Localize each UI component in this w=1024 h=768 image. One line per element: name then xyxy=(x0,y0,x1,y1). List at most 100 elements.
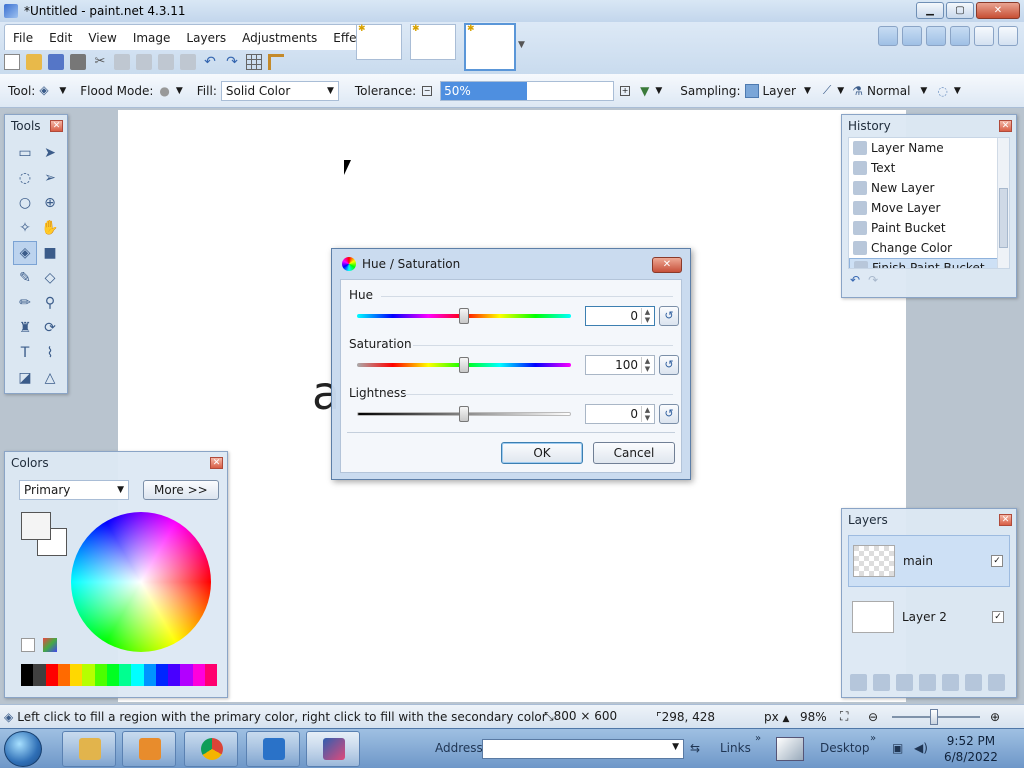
cut-icon[interactable]: ✂ xyxy=(92,54,108,70)
tool-chevron-down-icon[interactable]: ▼ xyxy=(59,86,66,96)
tolerance-expand-icon[interactable]: + xyxy=(620,85,631,96)
saturation-input[interactable]: 100 ▲ ▼ xyxy=(585,355,655,375)
lightness-spinner-icon[interactable]: ▲ ▼ xyxy=(641,406,653,422)
move-layer-down-icon[interactable] xyxy=(965,674,982,691)
taskbar-windows-app[interactable] xyxy=(246,731,300,767)
paste-icon[interactable] xyxy=(136,54,152,70)
paint-bucket-tool-icon[interactable]: ◈ xyxy=(13,241,37,265)
antialiasing-chevron-down-icon[interactable]: ▼ xyxy=(655,86,662,96)
palette-swatch[interactable] xyxy=(45,664,58,686)
taskbar-explorer[interactable] xyxy=(62,731,116,767)
history-window-toggle-icon[interactable] xyxy=(902,26,922,46)
move-layer-up-icon[interactable] xyxy=(942,674,959,691)
undo-icon[interactable]: ↶ xyxy=(202,54,218,70)
gradient-tool-icon[interactable]: ■ xyxy=(38,241,62,265)
duplicate-layer-icon[interactable] xyxy=(896,674,913,691)
links-label[interactable]: Links xyxy=(720,741,751,755)
antialiasing-icon[interactable]: ▼ xyxy=(640,84,649,98)
blend-mode-value[interactable]: Normal xyxy=(867,84,910,98)
layer-row[interactable]: Layer 2 ✓ xyxy=(848,591,1010,643)
menu-file[interactable]: File xyxy=(5,31,41,45)
delete-layer-icon[interactable] xyxy=(873,674,890,691)
magic-wand-tool-icon[interactable]: ✧ xyxy=(13,216,37,240)
rectangle-select-tool-icon[interactable]: ▭ xyxy=(13,141,37,165)
move-selection-tool-icon[interactable]: ➢ xyxy=(38,166,62,190)
history-panel-close-icon[interactable]: ✕ xyxy=(999,120,1012,132)
help-icon[interactable] xyxy=(998,26,1018,46)
image-tab-active[interactable]: ✱ xyxy=(464,23,516,71)
palette-swatch[interactable] xyxy=(33,664,46,686)
ellipse-select-tool-icon[interactable]: ○ xyxy=(13,191,37,215)
grid-icon[interactable] xyxy=(246,54,262,70)
history-item[interactable]: Text xyxy=(849,158,1009,178)
address-input[interactable]: ▼ xyxy=(482,739,684,759)
tolerance-slider[interactable]: 50% xyxy=(440,80,615,101)
sampling-value[interactable]: Layer xyxy=(763,84,796,98)
history-undo-icon[interactable]: ↶ xyxy=(850,273,860,287)
color-wheel[interactable] xyxy=(71,512,211,652)
hue-input[interactable]: 0 ▲ ▼ xyxy=(585,306,655,326)
palette-swatch[interactable] xyxy=(57,664,70,686)
crop-icon[interactable] xyxy=(158,54,174,70)
eraser-tool-icon[interactable]: ◇ xyxy=(38,266,62,290)
maximize-button[interactable]: ▢ xyxy=(946,2,974,19)
menu-layers[interactable]: Layers xyxy=(178,31,234,45)
ruler-icon[interactable] xyxy=(268,54,284,70)
selection-mode-chevron-down-icon[interactable]: ▼ xyxy=(837,86,844,96)
lightness-slider-thumb[interactable] xyxy=(459,406,469,422)
saturation-spinner-icon[interactable]: ▲ ▼ xyxy=(641,357,653,373)
colors-window-toggle-icon[interactable] xyxy=(950,26,970,46)
blend-mode-chevron-down-icon[interactable]: ▼ xyxy=(920,86,927,96)
add-layer-icon[interactable] xyxy=(850,674,867,691)
image-list-chevron-icon[interactable]: ▼ xyxy=(518,40,525,50)
history-item-selected[interactable]: Finish Paint Bucket xyxy=(849,258,1009,268)
desktop-expand-icon[interactable]: » xyxy=(870,733,876,744)
primary-color-swatch[interactable] xyxy=(21,512,51,540)
palette-swatch[interactable] xyxy=(70,664,83,686)
flood-mode-icon[interactable]: ● xyxy=(159,84,169,98)
tools-window-toggle-icon[interactable] xyxy=(878,26,898,46)
shapes-tool-icon[interactable]: ◪ xyxy=(13,366,37,390)
print-icon[interactable] xyxy=(70,54,86,70)
history-scrollbar[interactable] xyxy=(997,138,1009,268)
new-file-icon[interactable] xyxy=(4,54,20,70)
history-item[interactable]: Change Color xyxy=(849,238,1009,258)
line-curve-tool-icon[interactable]: ⌇ xyxy=(38,341,62,365)
palette-swatch[interactable] xyxy=(131,664,144,686)
zoom-to-window-icon[interactable]: ⛶ xyxy=(840,709,848,724)
desktop-label[interactable]: Desktop xyxy=(820,741,870,755)
sampling-chevron-down-icon[interactable]: ▼ xyxy=(804,86,811,96)
zoom-readout[interactable]: 98% xyxy=(800,710,827,724)
image-tab[interactable]: ✱ xyxy=(356,24,402,60)
units-selector[interactable]: px ▲ xyxy=(764,710,789,724)
pencil-tool-icon[interactable]: ✏ xyxy=(13,291,37,315)
palette-swatch[interactable] xyxy=(82,664,95,686)
saturation-slider-thumb[interactable] xyxy=(459,357,469,373)
zoom-in-icon[interactable]: ⊕ xyxy=(990,710,1000,724)
lightness-input[interactable]: 0 ▲ ▼ xyxy=(585,404,655,424)
saturation-reset-icon[interactable]: ↺ xyxy=(659,355,679,375)
settings-gear-icon[interactable] xyxy=(974,26,994,46)
taskbar-paintnet[interactable] xyxy=(306,731,360,767)
address-go-icon[interactable]: ⇆ xyxy=(690,741,700,755)
palette-swatch[interactable] xyxy=(204,664,217,686)
links-expand-icon[interactable]: » xyxy=(755,733,761,744)
dialog-close-button[interactable]: ✕ xyxy=(652,257,682,273)
layer-properties-icon[interactable] xyxy=(988,674,1005,691)
address-chevron-down-icon[interactable]: ▼ xyxy=(672,742,679,752)
history-item[interactable]: Layer Name xyxy=(849,138,1009,158)
text-tool-icon[interactable]: T xyxy=(13,341,37,365)
alpha-blending-icon[interactable]: ◌ xyxy=(937,84,947,98)
palette-swatch[interactable] xyxy=(21,664,34,686)
merge-layer-down-icon[interactable] xyxy=(919,674,936,691)
zoom-out-icon[interactable]: ⊖ xyxy=(868,710,878,724)
copy-icon[interactable] xyxy=(114,54,130,70)
ok-button[interactable]: OK xyxy=(501,442,583,464)
history-item[interactable]: New Layer xyxy=(849,178,1009,198)
layer-visibility-checkbox[interactable]: ✓ xyxy=(991,555,1003,567)
save-icon[interactable] xyxy=(48,54,64,70)
lasso-select-tool-icon[interactable]: ◌ xyxy=(13,166,37,190)
fill-dropdown[interactable]: Solid Color ▼ xyxy=(220,80,339,101)
cancel-button[interactable]: Cancel xyxy=(593,442,675,464)
shapes-triangle-icon[interactable]: △ xyxy=(38,366,62,390)
